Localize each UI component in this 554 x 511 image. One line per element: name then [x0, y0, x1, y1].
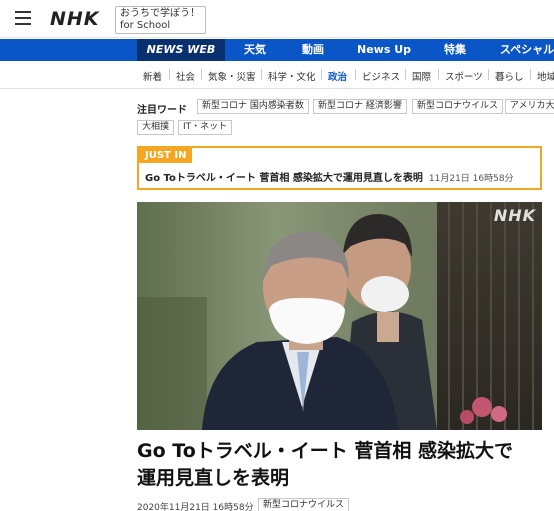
- for-school-link[interactable]: おうちで学ぼう！ for School: [115, 6, 206, 34]
- headline-line1: Go Toトラベル・イート 菅首相 感染拡大で: [137, 440, 513, 462]
- school-line2: for School: [120, 20, 171, 31]
- just-in-headline[interactable]: Go Toトラベル・イート 菅首相 感染拡大で運用見直しを表明 11月21日 16…: [145, 169, 514, 184]
- divider: [201, 69, 202, 80]
- school-line1: おうちで学ぼう！: [120, 8, 200, 19]
- keyword-tag[interactable]: アメリカ大統: [505, 99, 554, 114]
- just-in-text: Go Toトラベル・イート 菅首相 感染拡大で運用見直しを表明: [145, 173, 423, 184]
- nav-news-web[interactable]: NEWS WEB: [137, 39, 225, 61]
- keyword-tag[interactable]: IT・ネット: [178, 120, 233, 135]
- category-sports[interactable]: スポーツ: [445, 69, 483, 83]
- keyword-tag[interactable]: 大相撲: [137, 120, 175, 135]
- nav-video[interactable]: 動画: [290, 39, 336, 61]
- nhk-watermark: NHK: [493, 206, 536, 225]
- category-business[interactable]: ビジネス: [362, 69, 400, 83]
- top-header: NHK おうちで学ぼう！ for School: [0, 0, 554, 38]
- keyword-tag[interactable]: 新型コロナ 国内感染者数: [197, 99, 309, 114]
- divider: [261, 69, 262, 80]
- keyword-tag[interactable]: 新型コロナ 経済影響: [313, 99, 407, 114]
- category-international[interactable]: 国際: [412, 69, 431, 83]
- category-weather-disaster[interactable]: 気象・災害: [208, 69, 256, 83]
- divider: [405, 69, 406, 80]
- nav-news-up[interactable]: News Up: [353, 39, 415, 61]
- category-science-culture[interactable]: 科学・文化: [268, 69, 316, 83]
- divider: [530, 69, 531, 80]
- nav-weather[interactable]: 天気: [232, 39, 278, 61]
- category-nav: 新着 社会 気象・災害 科学・文化 政治 ビジネス 国際 スポーツ 暮らし 地域: [0, 61, 554, 89]
- divider: [355, 69, 356, 80]
- category-region[interactable]: 地域: [537, 69, 554, 83]
- category-life[interactable]: 暮らし: [495, 69, 524, 83]
- just-in-box[interactable]: JUST IN Go Toトラベル・イート 菅首相 感染拡大で運用見直しを表明 1…: [137, 146, 542, 190]
- nav-features[interactable]: 特集: [432, 39, 478, 61]
- category-politics[interactable]: 政治: [328, 69, 347, 83]
- news-image: [137, 202, 542, 430]
- menu-icon[interactable]: [15, 11, 31, 25]
- divider: [488, 69, 489, 80]
- divider: [438, 69, 439, 80]
- just-in-time: 11月21日 16時58分: [428, 174, 514, 184]
- divider: [169, 69, 170, 80]
- keywords-title: 注目ワード: [137, 105, 187, 116]
- headline-line2: 運用見直しを表明: [137, 467, 290, 489]
- keyword-tag[interactable]: 新型コロナウイルス: [412, 99, 504, 114]
- category-society[interactable]: 社会: [176, 69, 195, 83]
- article-category-tag[interactable]: 新型コロナウイルス: [258, 498, 350, 511]
- divider: [321, 69, 322, 80]
- article-date: 2020年11月21日 16時58分: [137, 503, 254, 511]
- main-nav: NEWS WEB 天気 動画 News Up 特集 スペシャル: [0, 39, 554, 61]
- nhk-logo[interactable]: NHK: [50, 8, 100, 30]
- article-headline: Go Toトラベル・イート 菅首相 感染拡大で 運用見直しを表明: [137, 438, 547, 492]
- category-latest[interactable]: 新着: [143, 69, 162, 83]
- nav-special[interactable]: スペシャル: [497, 39, 554, 61]
- just-in-label: JUST IN: [139, 148, 193, 163]
- article-photo: NHK: [137, 202, 542, 430]
